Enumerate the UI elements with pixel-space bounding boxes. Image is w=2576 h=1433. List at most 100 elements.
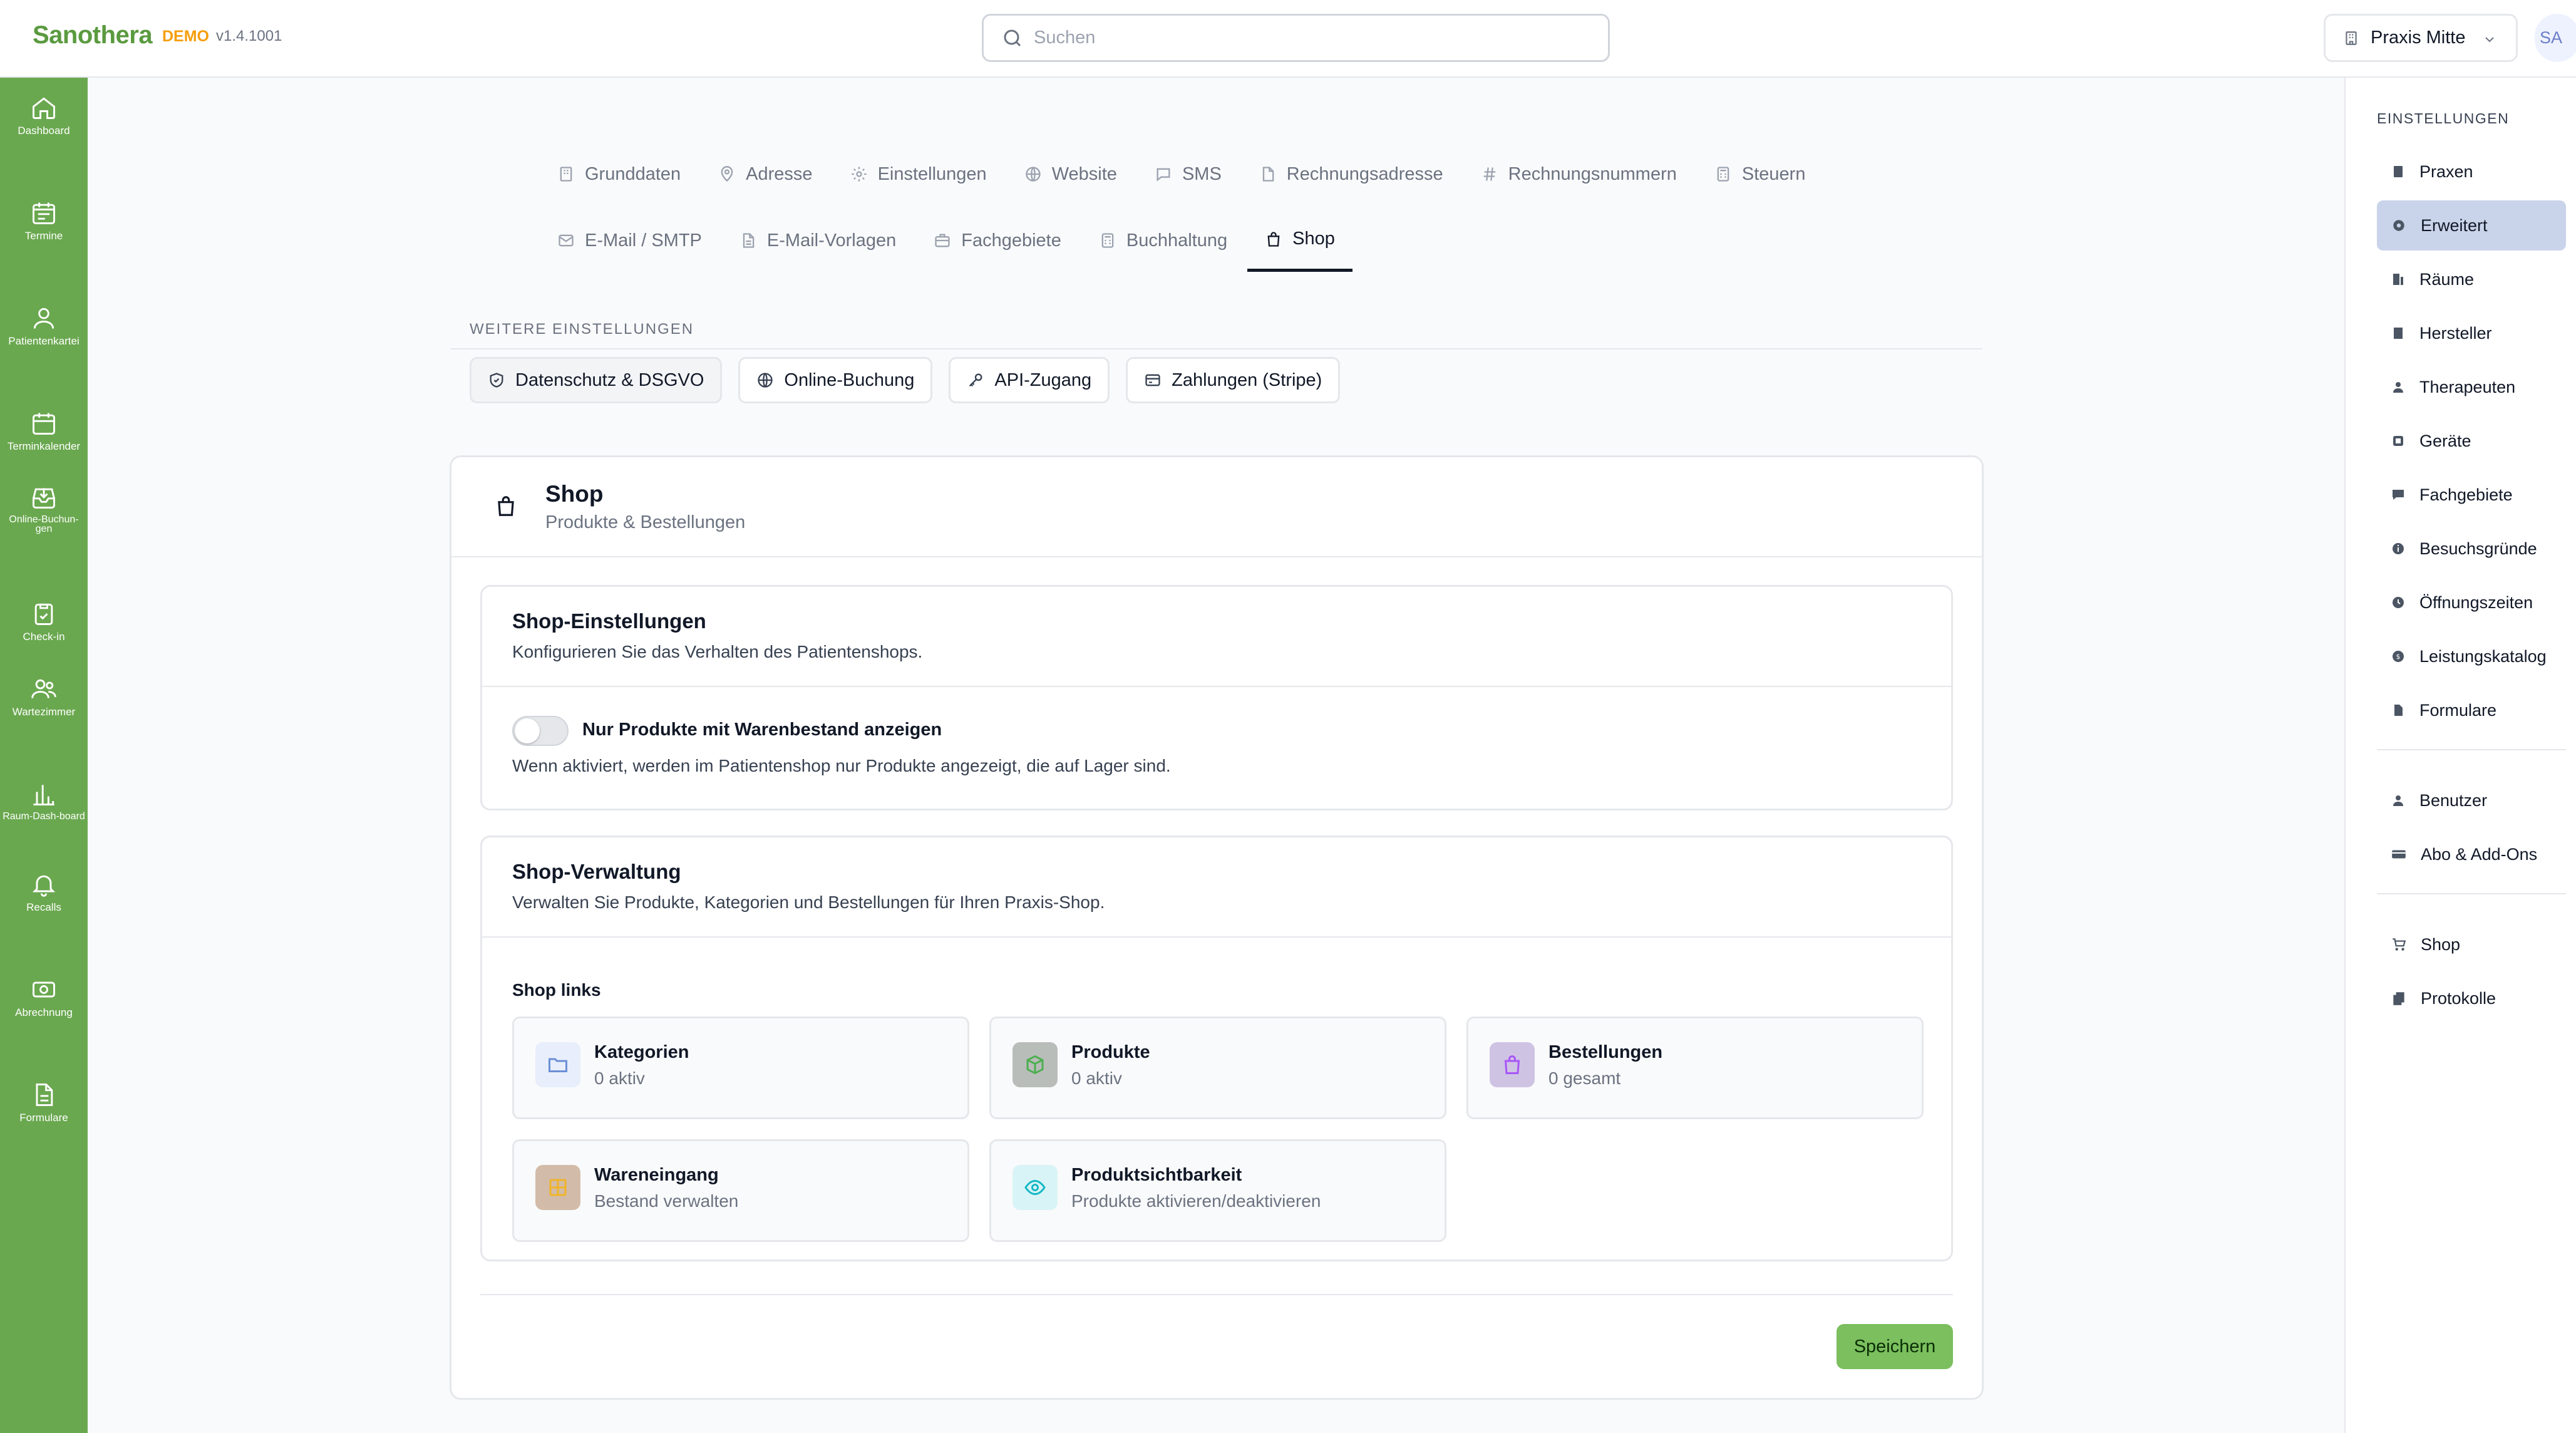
package-icon: [535, 1165, 580, 1210]
nav-recalls[interactable]: Recalls: [0, 871, 88, 913]
nav-label: Formulare: [19, 1112, 68, 1124]
search-box[interactable]: [982, 14, 1610, 62]
info-icon: [2393, 543, 2404, 554]
settings-item-raeume[interactable]: Räume: [2377, 254, 2566, 304]
nav-abrechnung[interactable]: Abrechnung: [0, 976, 88, 1018]
cube-icon: [1012, 1042, 1058, 1087]
settings-item-praxen[interactable]: Praxen: [2377, 147, 2566, 197]
pill-online-buchung[interactable]: Online-Buchung: [738, 357, 933, 403]
settings-item-besuchsgruende[interactable]: Besuchsgründe: [2377, 524, 2566, 574]
hash-icon: [1483, 167, 1496, 181]
nav-formulare[interactable]: Formulare: [0, 1081, 88, 1123]
settings-item-formulare[interactable]: Formulare: [2377, 685, 2566, 735]
tile-produktsichtbarkeit[interactable]: Produktsichtbarkeit Produkte aktivieren/…: [989, 1139, 1446, 1242]
settings-item-abo[interactable]: Abo & Add-Ons: [2377, 829, 2566, 879]
tab-sms[interactable]: SMS: [1155, 143, 1238, 205]
tile-bestellungen[interactable]: Bestellungen 0 gesamt: [1466, 1017, 1924, 1119]
tile-subtitle: 0 aktiv: [594, 1068, 645, 1088]
tab-einstellungen[interactable]: Einstellungen: [850, 143, 1003, 205]
tile-subtitle: Produkte aktivieren/deaktivieren: [1071, 1191, 1321, 1211]
pill-label: Zahlungen (Stripe): [1172, 370, 1322, 390]
clock-icon: [2393, 597, 2404, 608]
settings-item-oeffnungszeiten[interactable]: Öffnungszeiten: [2377, 577, 2566, 628]
settings-item-label: Therapeuten: [2419, 377, 2516, 396]
tab-rechnungsnummern[interactable]: Rechnungsnummern: [1481, 143, 1693, 205]
practice-selector[interactable]: Praxis Mitte: [2324, 14, 2518, 62]
tile-title: Kategorien: [594, 1042, 689, 1062]
tile-title: Produktsichtbarkeit: [1071, 1165, 1242, 1185]
gear-icon: [851, 167, 867, 182]
brand-logo[interactable]: Sanothera: [33, 21, 153, 49]
settings-separator: [2377, 893, 2566, 894]
chat-icon: [2393, 490, 2404, 500]
cpu-icon: [2393, 436, 2403, 446]
tab-website[interactable]: Website: [1024, 143, 1133, 205]
nav-check-in[interactable]: Check-in: [0, 600, 88, 642]
tab-email-vorlagen[interactable]: E-Mail-Vorlagen: [739, 209, 912, 272]
calculator-icon: [1101, 233, 1114, 248]
tab-steuern[interactable]: Steuern: [1714, 143, 1822, 205]
nav-wartezimmer[interactable]: Wartezimmer: [0, 675, 88, 717]
door-icon: [2393, 274, 2403, 285]
settings-item-label: Praxen: [2419, 162, 2473, 181]
nav-patientenkartei[interactable]: Patientenkartei: [0, 304, 88, 346]
settings-item-label: Formulare: [2419, 700, 2497, 720]
tab-grunddaten[interactable]: Grunddaten: [557, 143, 697, 205]
footer-divider: [480, 1294, 1953, 1295]
save-button[interactable]: Speichern: [1837, 1324, 1953, 1369]
user-icon: [2393, 795, 2403, 806]
settings-item-therapeuten[interactable]: Therapeuten: [2377, 362, 2566, 412]
user-icon: [2393, 382, 2403, 393]
svg-text:$: $: [2396, 653, 2401, 661]
pill-api-zugang[interactable]: API-Zugang: [949, 357, 1110, 403]
settings-item-label: Hersteller: [2419, 323, 2492, 343]
search-input[interactable]: [1034, 16, 1597, 60]
calendar-list-icon: [33, 202, 55, 224]
stock-only-toggle[interactable]: [512, 716, 569, 746]
shop-settings-header: Shop-Einstellungen Konfigurieren Sie das…: [482, 587, 1951, 687]
settings-item-protokolle[interactable]: Protokolle: [2377, 973, 2566, 1023]
tab-buchhaltung[interactable]: Buchhaltung: [1099, 209, 1244, 272]
shop-admin-description: Verwalten Sie Produkte, Kategorien und B…: [512, 892, 1105, 912]
tab-label: Website: [1051, 163, 1117, 184]
settings-item-hersteller[interactable]: Hersteller: [2377, 308, 2566, 358]
tab-adresse[interactable]: Adresse: [718, 143, 828, 205]
factory-icon: [2394, 328, 2403, 339]
nav-online-buchungen[interactable]: Online-Buchun-gen: [0, 484, 88, 534]
shop-card: Shop Produkte & Bestellungen Shop-Einste…: [450, 455, 1984, 1400]
pill-zahlungen[interactable]: Zahlungen (Stripe): [1126, 357, 1341, 403]
settings-item-leistungskatalog[interactable]: $ Leistungskatalog: [2377, 631, 2566, 681]
mail-icon: [559, 234, 574, 247]
key-icon: [969, 373, 982, 387]
nav-label: Raum-Dash-board: [3, 811, 85, 822]
shop-card-header: Shop Produkte & Bestellungen: [451, 457, 1982, 557]
tab-label: Steuern: [1741, 163, 1806, 184]
nav-terminkalender[interactable]: Terminkalender: [0, 410, 88, 452]
shop-settings-section: Shop-Einstellungen Konfigurieren Sie das…: [480, 585, 1953, 810]
building-icon: [2346, 31, 2357, 45]
tile-wareneingang[interactable]: Wareneingang Bestand verwalten: [512, 1139, 969, 1242]
tab-email-smtp[interactable]: E-Mail / SMTP: [557, 209, 718, 272]
tile-produkte[interactable]: Produkte 0 aktiv: [989, 1017, 1446, 1119]
nav-dashboard[interactable]: Dashboard: [0, 94, 88, 136]
avatar[interactable]: SA: [2535, 14, 2576, 62]
tile-kategorien[interactable]: Kategorien 0 aktiv: [512, 1017, 969, 1119]
settings-item-benutzer[interactable]: Benutzer: [2377, 775, 2566, 825]
tab-label: Grunddaten: [585, 163, 681, 184]
nav-termine[interactable]: Termine: [0, 199, 88, 241]
shop-settings-description: Konfigurieren Sie das Verhalten des Pati…: [512, 642, 923, 661]
pill-datenschutz[interactable]: Datenschutz & DSGVO: [470, 357, 723, 403]
settings-item-erweitert[interactable]: Erweitert: [2377, 200, 2566, 251]
settings-item-fachgebiete[interactable]: Fachgebiete: [2377, 470, 2566, 520]
folder-icon: [535, 1042, 580, 1087]
settings-item-label: Geräte: [2419, 431, 2471, 450]
inbox-download-icon: [33, 488, 55, 509]
tab-label: E-Mail / SMTP: [585, 230, 702, 251]
settings-item-shop[interactable]: Shop: [2377, 919, 2566, 970]
tab-rechnungsadresse[interactable]: Rechnungsadresse: [1259, 143, 1460, 205]
nav-raum-dashboard[interactable]: Raum-Dash-board: [0, 780, 88, 822]
tab-fachgebiete[interactable]: Fachgebiete: [934, 209, 1078, 272]
settings-item-geraete[interactable]: Geräte: [2377, 416, 2566, 466]
tab-shop[interactable]: Shop: [1247, 209, 1352, 272]
more-settings-pills: Datenschutz & DSGVO Online-Buchung API-Z…: [470, 357, 1341, 403]
